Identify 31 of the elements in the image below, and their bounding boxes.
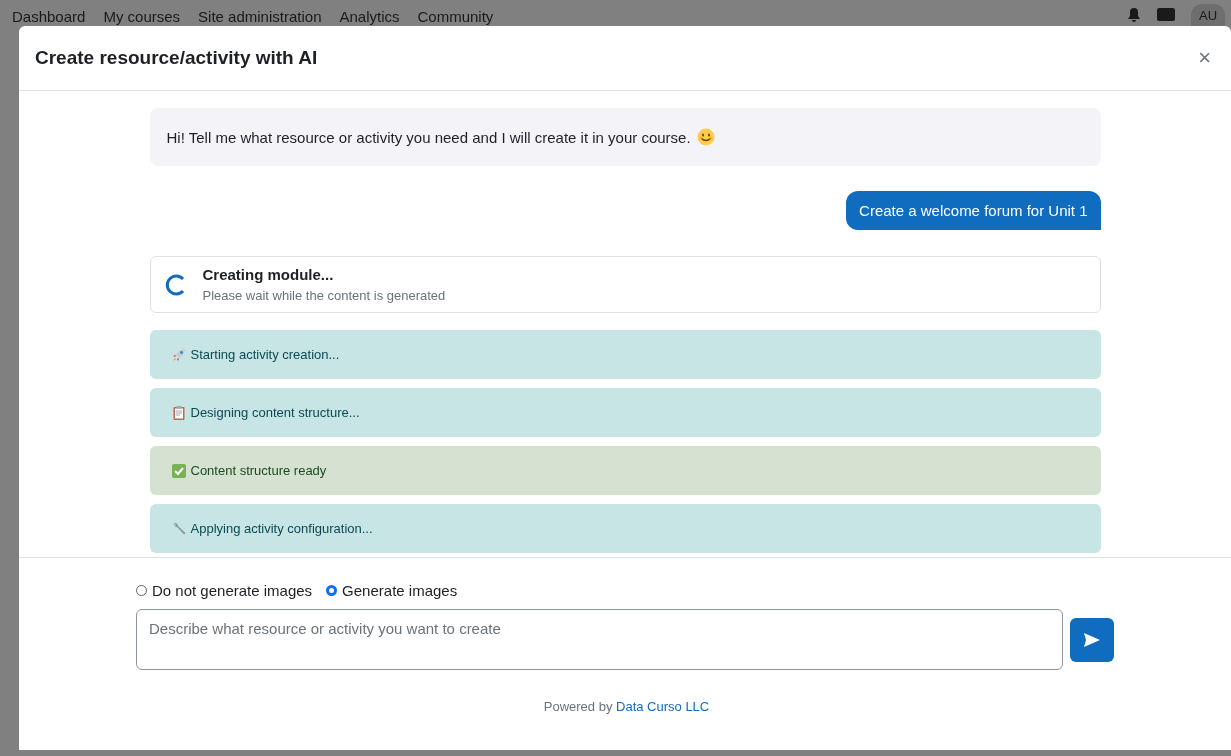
message-text: Hi! Tell me what resource or activity you need and I will create it in your course. [166, 128, 691, 146]
close-button[interactable]: × [1194, 45, 1215, 71]
status-text: Designing content structure... [190, 405, 360, 420]
prompt-field[interactable]: Describe what resource or activity you want to create [136, 609, 1063, 670]
nav-link[interactable]: Analytics [339, 8, 400, 26]
send-button[interactable] [1070, 617, 1114, 662]
radio-label: Generate images [342, 582, 458, 599]
progress-title: Creating module... [202, 266, 335, 283]
progress-subtitle: Please wait while the content is generated [202, 288, 446, 303]
user-message: Create a welcome forum for Unit 1 [846, 191, 1101, 230]
rocket-icon [170, 346, 187, 363]
company-link[interactable]: Data Curso LLC [616, 699, 710, 714]
check-icon [170, 462, 187, 479]
nav-link[interactable]: Dashboard [12, 8, 86, 26]
status-text: Starting activity creation... [190, 347, 340, 362]
dialog-title: Create resource/activity with AI [35, 47, 318, 69]
radio-button[interactable] [136, 585, 147, 596]
nav-link[interactable]: My courses [103, 8, 181, 26]
nav-link[interactable]: Community [417, 8, 494, 26]
radio-label: Do not generate images [152, 582, 313, 599]
chat-icon[interactable] [1157, 7, 1175, 23]
radio-button[interactable] [326, 585, 338, 596]
powered-by-text: Powered by Data Curso LLC [542, 699, 711, 714]
bell-icon[interactable] [1127, 7, 1141, 23]
status-text: Applying activity configuration... [190, 521, 373, 536]
smiley-icon [696, 128, 715, 146]
status-text: Content structure ready [190, 463, 327, 478]
nav-link[interactable]: Site administration [198, 8, 322, 26]
spinner-icon [164, 273, 187, 296]
send-icon [1084, 632, 1100, 647]
user-avatar[interactable]: AU [1191, 4, 1225, 26]
